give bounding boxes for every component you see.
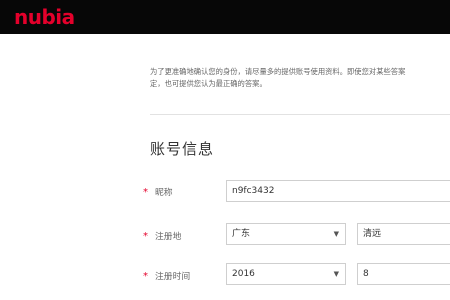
divider (150, 114, 450, 115)
chevron-down-icon: ▼ (333, 270, 339, 278)
required-mark: * (143, 187, 148, 198)
required-mark: * (143, 231, 148, 242)
intro-text: 为了更准确地确认您的身份，请尽量多的提供账号使用资料。即使您对某些答案 定，也可… (150, 67, 406, 88)
city-input[interactable]: 清远 (357, 223, 450, 245)
register-region-label: * 注册地 (143, 231, 182, 242)
required-mark: * (143, 271, 148, 282)
nickname-input[interactable]: n9fc3432 (226, 180, 450, 202)
year-select[interactable]: 2016 ▼ (226, 263, 346, 285)
section-title: 账号信息 (150, 140, 215, 158)
top-header: nubia (0, 0, 450, 34)
province-select[interactable]: 广东 ▼ (226, 223, 346, 245)
nubia-logo[interactable]: nubia (14, 3, 75, 31)
chevron-down-icon: ▼ (333, 230, 339, 238)
month-select[interactable]: 8 (357, 263, 450, 285)
nickname-label: * 昵称 (143, 187, 173, 198)
register-time-label: * 注册时间 (143, 271, 191, 282)
